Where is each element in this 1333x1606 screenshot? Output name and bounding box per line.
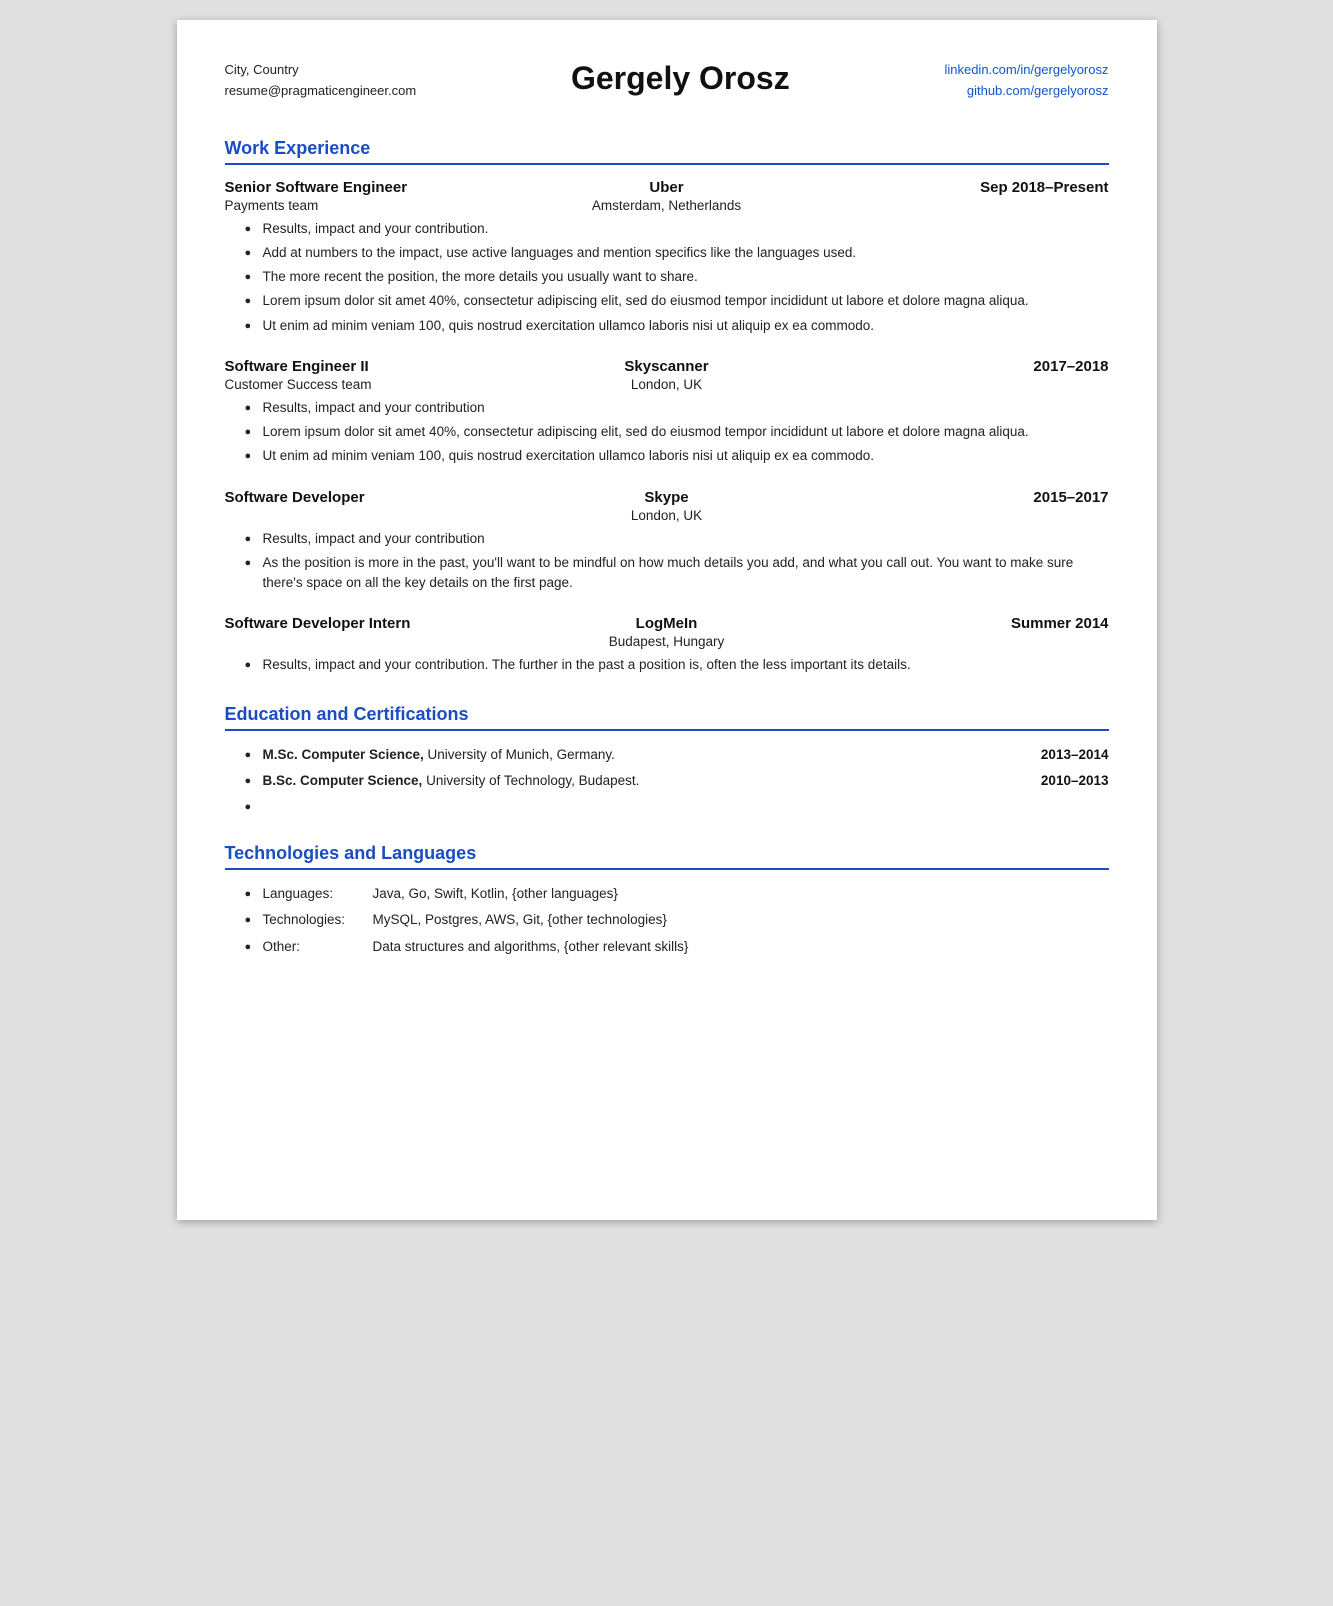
header-center: Gergely Orosz [416,60,944,97]
work-experience-divider [225,163,1109,165]
tech-value-technologies: MySQL, Postgres, AWS, Git, {other techno… [373,910,667,930]
resume-name: Gergely Orosz [416,60,944,97]
job-location-logmein: Budapest, Hungary [519,634,814,649]
tech-item-other: Other: Data structures and algorithms, {… [245,937,1109,957]
bullet-item: Ut enim ad minim veniam 100, quis nostru… [245,316,1109,336]
job-dates-uber: Sep 2018–Present [814,179,1109,196]
job-bullets-skyscanner: Results, impact and your contribution Lo… [225,398,1109,467]
resume-page: City, Country resume@pragmaticengineer.c… [177,20,1157,1220]
technologies-divider [225,868,1109,870]
education-title: Education and Certifications [225,704,1109,725]
bullet-item: Results, impact and your contribution [245,529,1109,549]
edu-item-msc: M.Sc. Computer Science, University of Mu… [245,745,1109,765]
header-github[interactable]: github.com/gergelyorosz [944,81,1108,102]
header-city: City, Country [225,60,417,81]
resume-header: City, Country resume@pragmaticengineer.c… [225,60,1109,110]
job-entry-logmein: Software Developer Intern LogMeIn Summer… [225,615,1109,675]
job-subrow-skype: London, UK [225,508,1109,523]
education-divider [225,729,1109,731]
job-bullets-uber: Results, impact and your contribution. A… [225,219,1109,336]
job-dates-skype: 2015–2017 [814,489,1109,506]
edu-text-bsc: B.Sc. Computer Science, University of Te… [263,771,1021,791]
header-contact-left: City, Country resume@pragmaticengineer.c… [225,60,417,102]
job-subrow-logmein: Budapest, Hungary [225,634,1109,649]
job-subrow-uber: Payments team Amsterdam, Netherlands [225,198,1109,213]
bullet-item: Lorem ipsum dolor sit amet 40%, consecte… [245,291,1109,311]
job-bullets-logmein: Results, impact and your contribution. T… [225,655,1109,675]
job-subrow-skyscanner: Customer Success team London, UK [225,377,1109,392]
job-location-uber: Amsterdam, Netherlands [519,198,814,213]
job-team-uber: Payments team [225,198,520,213]
header-email: resume@pragmaticengineer.com [225,81,417,102]
job-title-skyscanner: Software Engineer II [225,358,520,375]
technologies-section: Technologies and Languages Languages: Ja… [225,843,1109,957]
job-bullets-skype: Results, impact and your contribution As… [225,529,1109,594]
job-header-skyscanner: Software Engineer II Skyscanner 2017–201… [225,358,1109,375]
job-title-logmein: Software Developer Intern [225,615,520,632]
tech-label-languages: Languages: [263,884,373,904]
job-entry-skyscanner: Software Engineer II Skyscanner 2017–201… [225,358,1109,467]
job-header-uber: Senior Software Engineer Uber Sep 2018–P… [225,179,1109,196]
edu-item-empty [245,797,1109,815]
edu-dates-bsc: 2010–2013 [1041,771,1109,791]
edu-item-bsc: B.Sc. Computer Science, University of Te… [245,771,1109,791]
bullet-item: Add at numbers to the impact, use active… [245,243,1109,263]
bullet-item: The more recent the position, the more d… [245,267,1109,287]
tech-label-other: Other: [263,937,373,957]
edu-text-msc: M.Sc. Computer Science, University of Mu… [263,745,1021,765]
technologies-list: Languages: Java, Go, Swift, Kotlin, {oth… [225,884,1109,957]
job-title-skype: Software Developer [225,489,520,506]
bullet-item: Results, impact and your contribution. [245,219,1109,239]
job-company-skype: Skype [519,489,814,506]
job-team-skyscanner: Customer Success team [225,377,520,392]
job-company-uber: Uber [519,179,814,196]
bullet-item: Results, impact and your contribution. T… [245,655,1109,675]
job-dates-skyscanner: 2017–2018 [814,358,1109,375]
bullet-item: Lorem ipsum dolor sit amet 40%, consecte… [245,422,1109,442]
job-title-uber: Senior Software Engineer [225,179,520,196]
tech-value-other: Data structures and algorithms, {other r… [373,937,689,957]
bullet-item: Results, impact and your contribution [245,398,1109,418]
job-company-skyscanner: Skyscanner [519,358,814,375]
job-header-skype: Software Developer Skype 2015–2017 [225,489,1109,506]
job-company-logmein: LogMeIn [519,615,814,632]
tech-item-technologies: Technologies: MySQL, Postgres, AWS, Git,… [245,910,1109,930]
work-experience-section: Work Experience Senior Software Engineer… [225,138,1109,676]
education-list: M.Sc. Computer Science, University of Mu… [225,745,1109,816]
bullet-item: As the position is more in the past, you… [245,553,1109,594]
job-dates-logmein: Summer 2014 [814,615,1109,632]
tech-value-languages: Java, Go, Swift, Kotlin, {other language… [373,884,618,904]
header-linkedin[interactable]: linkedin.com/in/gergelyorosz [944,60,1108,81]
job-entry-skype: Software Developer Skype 2015–2017 Londo… [225,489,1109,594]
job-location-skyscanner: London, UK [519,377,814,392]
job-location-skype: London, UK [519,508,814,523]
job-header-logmein: Software Developer Intern LogMeIn Summer… [225,615,1109,632]
education-section: Education and Certifications M.Sc. Compu… [225,704,1109,816]
bullet-item: Ut enim ad minim veniam 100, quis nostru… [245,446,1109,466]
tech-item-languages: Languages: Java, Go, Swift, Kotlin, {oth… [245,884,1109,904]
technologies-title: Technologies and Languages [225,843,1109,864]
work-experience-title: Work Experience [225,138,1109,159]
job-entry-uber: Senior Software Engineer Uber Sep 2018–P… [225,179,1109,336]
tech-label-technologies: Technologies: [263,910,373,930]
header-links-right: linkedin.com/in/gergelyorosz github.com/… [944,60,1108,102]
edu-dates-msc: 2013–2014 [1041,745,1109,765]
